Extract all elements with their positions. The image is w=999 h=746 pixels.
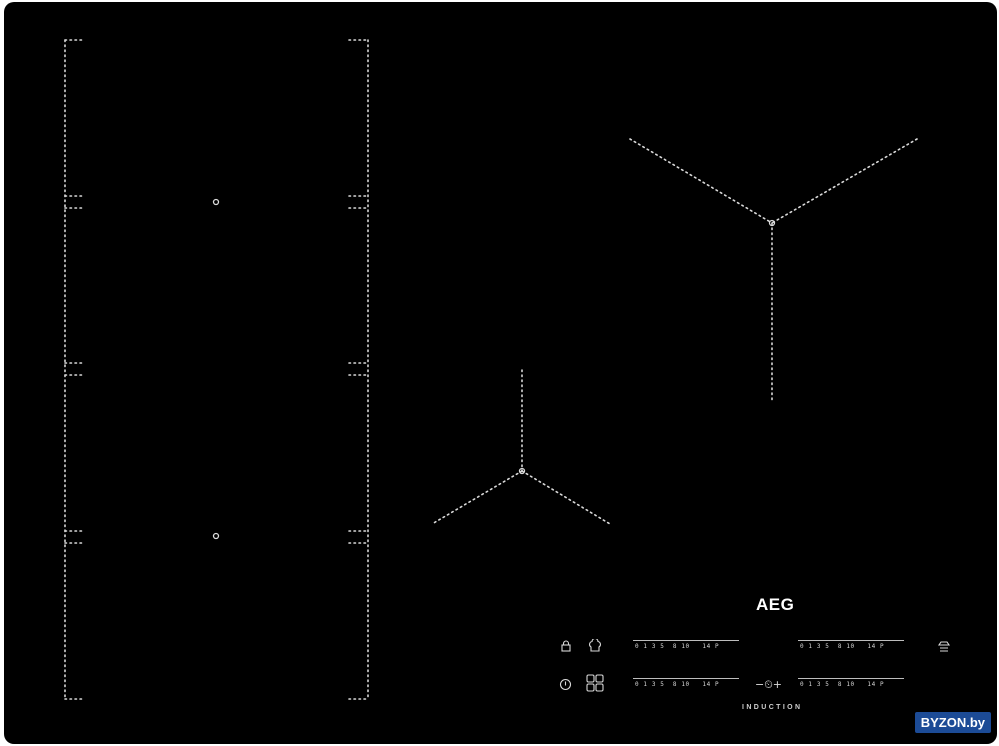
slider-scale: 0 1 3 5 8 10 14 P xyxy=(635,643,720,650)
slider-scale: 0 1 3 5 8 10 14 P xyxy=(635,681,720,688)
slider-track xyxy=(633,640,739,641)
slider-track xyxy=(798,640,904,641)
slider-scale: 0 1 3 5 8 10 14 P xyxy=(800,643,885,650)
power-slider-bottom-left[interactable]: 0 1 3 5 8 10 14 P xyxy=(633,678,739,692)
induction-label: INDUCTION xyxy=(742,704,803,711)
power-slider-top-left[interactable]: 0 1 3 5 8 10 14 P xyxy=(633,640,739,654)
small-zone-marking xyxy=(431,369,611,525)
timer-control[interactable]: −⏲+ xyxy=(755,678,782,692)
slider-track xyxy=(798,678,904,679)
bridge-zone-left-markers xyxy=(64,39,85,700)
induction-hob-glass: AEG 0 1 3 5 8 10 14 P 0 1 3 5 8 10 14 P … xyxy=(4,2,997,744)
watermark-badge: BYZON.by xyxy=(914,712,991,733)
power-slider-bottom-right[interactable]: 0 1 3 5 8 10 14 P xyxy=(798,678,904,692)
chef-hat-icon[interactable] xyxy=(588,639,602,653)
brand-logo: AEG xyxy=(756,595,795,614)
power-slider-top-right[interactable]: 0 1 3 5 8 10 14 P xyxy=(798,640,904,654)
large-zone-marking xyxy=(629,138,918,401)
bridge-zone-right-markers xyxy=(348,39,369,700)
zone-center-dot xyxy=(212,532,220,540)
slider-scale: 0 1 3 5 8 10 14 P xyxy=(800,681,885,688)
slider-track xyxy=(633,678,739,679)
cooking-zone-markings xyxy=(64,39,918,700)
zone-center-dot xyxy=(212,198,220,206)
hob2hood-icon[interactable] xyxy=(937,640,951,654)
zone-selector-icon[interactable] xyxy=(586,674,604,692)
power-icon[interactable] xyxy=(559,678,572,691)
lock-icon[interactable] xyxy=(560,640,572,652)
